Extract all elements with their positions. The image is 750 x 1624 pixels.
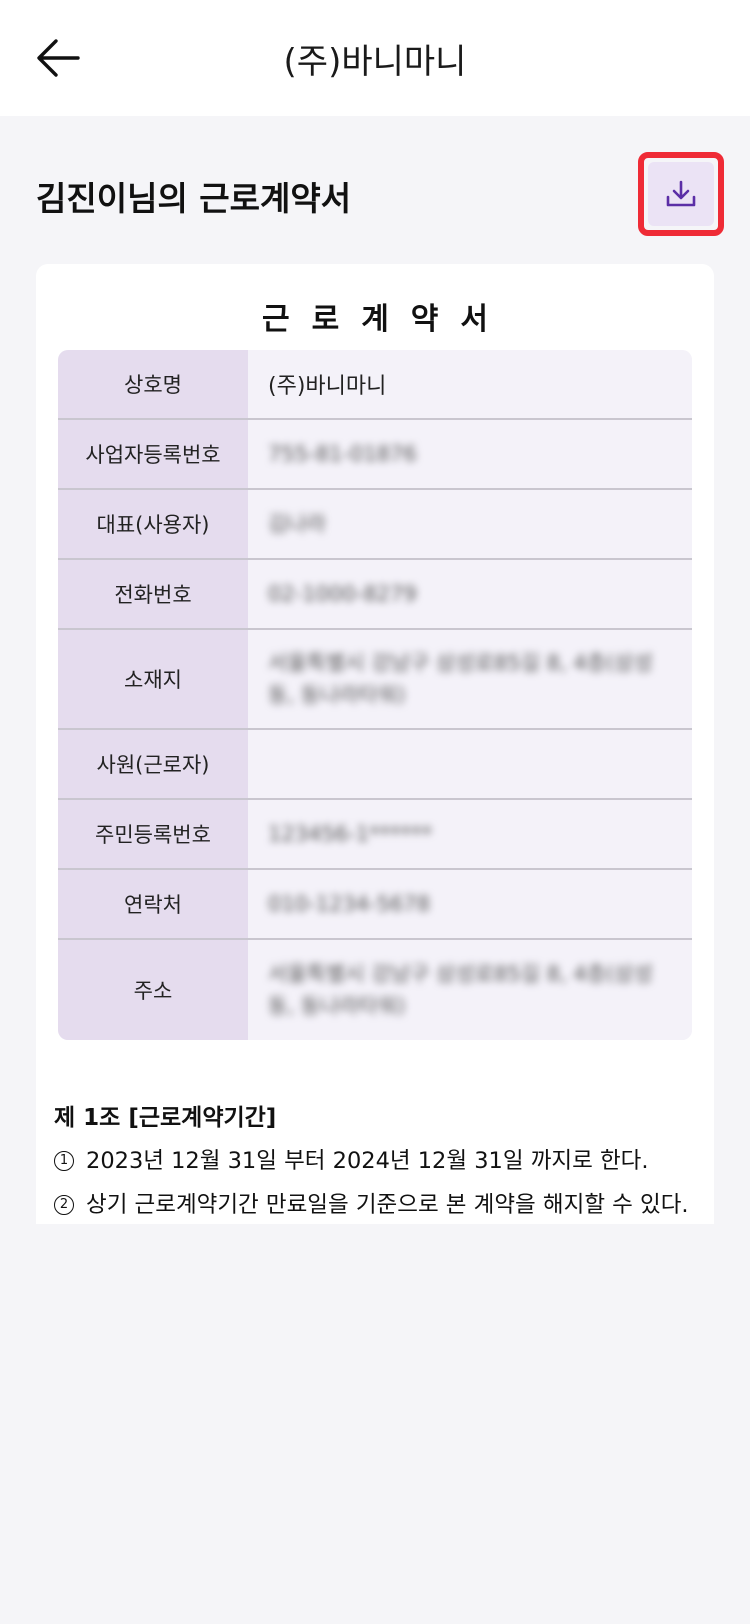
row-value-blurred: 서울특별시 강남구 삼성로85길 8, 4층(삼성동, 동나라타워)	[268, 651, 653, 707]
row-label: 소재지	[58, 630, 248, 728]
clause-number: 2	[54, 1195, 74, 1215]
table-row-location: 소재지 서울특별시 강남구 삼성로85길 8, 4층(삼성동, 동나라타워)	[58, 630, 692, 730]
contract-info-table: 상호명 (주)바니마니 사업자등록번호 755-81-01876 대표(사용자)…	[58, 350, 692, 1040]
table-row-phone: 전화번호 02-1000-8279	[58, 560, 692, 630]
arrow-left-icon	[37, 39, 80, 77]
row-label: 사업자등록번호	[58, 420, 248, 488]
row-value-blurred: 서울특별시 강남구 삼성로85길 8, 4층(삼성동, 동나라타워)	[268, 962, 653, 1018]
row-value-blurred: 02-1000-8279	[268, 582, 417, 606]
back-button[interactable]	[28, 28, 88, 88]
row-value-blurred: 010-1234-5678	[268, 892, 431, 916]
row-value: (주)바니마니	[248, 350, 692, 418]
table-row-company: 상호명 (주)바니마니	[58, 350, 692, 420]
download-icon	[666, 180, 696, 207]
download-button[interactable]	[648, 162, 714, 226]
header-title: (주)바니마니	[283, 41, 467, 82]
clause-number: 1	[54, 1151, 74, 1171]
row-label: 상호명	[58, 350, 248, 418]
row-value-blurred: 755-81-01876	[268, 442, 417, 466]
article-title: 제 1조 [근로계약기간]	[54, 1105, 277, 1131]
top-bar: (주)바니마니	[0, 0, 750, 116]
table-row-business-number: 사업자등록번호 755-81-01876	[58, 420, 692, 490]
table-row-contact: 연락처 010-1234-5678	[58, 870, 692, 940]
app-screen: (주)바니마니 김진이님의 근로계약서 근로계약서 상호명 (주)바니마니 사업…	[0, 0, 750, 1624]
row-value	[248, 730, 692, 798]
clause-item: 1 2023년 12월 31일 부터 2024년 12월 31일 까지로 한다.	[54, 1144, 694, 1178]
table-row-resident-number: 주민등록번호 123456-1******	[58, 800, 692, 870]
document-heading: 근로계약서	[262, 302, 510, 337]
clause-text: 2023년 12월 31일 부터 2024년 12월 31일 까지로 한다.	[86, 1148, 649, 1174]
row-label: 사원(근로자)	[58, 730, 248, 798]
row-label: 주민등록번호	[58, 800, 248, 868]
page-title: 김진이님의 근로계약서	[36, 179, 352, 218]
row-value-blurred: 123456-1******	[268, 822, 433, 846]
article-1: 제 1조 [근로계약기간] 1 2023년 12월 31일 부터 2024년 1…	[54, 1098, 694, 1224]
download-highlight	[638, 152, 724, 236]
table-row-representative: 대표(사용자) 김나라	[58, 490, 692, 560]
table-row-employee: 사원(근로자)	[58, 730, 692, 800]
row-label: 주소	[58, 940, 248, 1040]
table-row-address: 주소 서울특별시 강남구 삼성로85길 8, 4층(삼성동, 동나라타워)	[58, 940, 692, 1040]
clause-item: 2 상기 근로계약기간 만료일을 기준으로 본 계약을 해지할 수 있다. 단 …	[54, 1188, 694, 1224]
contract-document[interactable]: 근로계약서 상호명 (주)바니마니 사업자등록번호 755-81-01876 대…	[36, 264, 714, 1224]
clause-text: 상기 근로계약기간 만료일을 기준으로 본 계약을 해지할 수 있다. 단 당사…	[86, 1192, 689, 1218]
row-label: 연락처	[58, 870, 248, 938]
row-value-blurred: 김나라	[268, 512, 326, 536]
row-label: 전화번호	[58, 560, 248, 628]
row-label: 대표(사용자)	[58, 490, 248, 558]
